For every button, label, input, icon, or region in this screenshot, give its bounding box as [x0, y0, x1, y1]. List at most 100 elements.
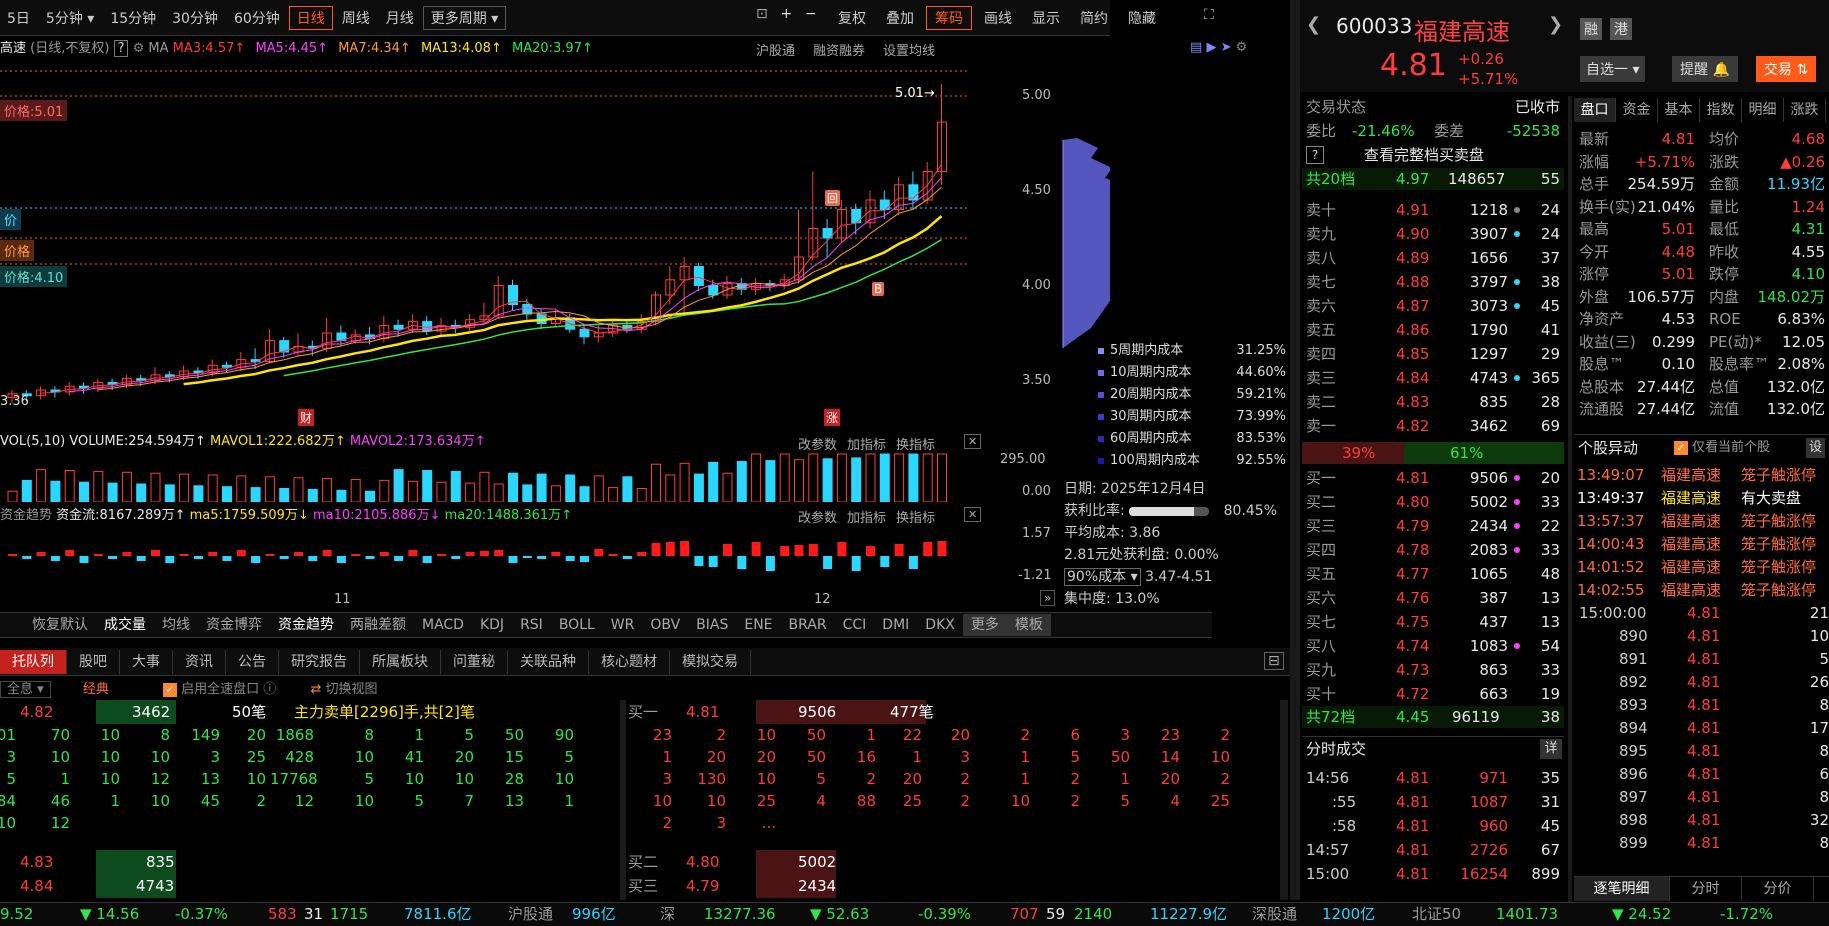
expand-icon[interactable]: » — [1040, 590, 1056, 606]
indicator-tab-0[interactable]: 恢复默认 — [24, 614, 96, 636]
alert-row[interactable]: 13:57:37 福建高速 笼子触涨停 — [1575, 510, 1829, 532]
indicator-tab-19[interactable]: 模板 — [1006, 614, 1051, 636]
buy-level-1[interactable]: 买一 4.81 9506 20 — [1302, 466, 1564, 490]
trade-button[interactable]: 交易 ⇅ — [1756, 56, 1817, 82]
indicator-tab-8[interactable]: RSI — [512, 614, 551, 636]
bottom-tab-1[interactable]: 股吧 — [67, 650, 120, 674]
tool-button-4[interactable]: 显示 — [1024, 7, 1068, 31]
tool-button-0[interactable]: 复权 — [830, 7, 874, 31]
alert-row[interactable]: 14:00:43 福建高速 笼子触涨停 — [1575, 533, 1829, 555]
period-tab-5[interactable]: 日线 — [288, 6, 333, 30]
buy-level-10[interactable]: 买十 4.72 663 19 — [1302, 682, 1564, 706]
alert-row[interactable]: 13:49:37 福建高速 有大卖盘 — [1575, 487, 1829, 509]
bottom-tab-3[interactable]: 资讯 — [173, 650, 226, 674]
indicator-tab-16[interactable]: DMI — [874, 614, 917, 636]
alert-only-checkbox[interactable]: ✓ — [1674, 441, 1688, 455]
indicator-tab-2[interactable]: 均线 — [154, 614, 198, 636]
indicator-tab-12[interactable]: BIAS — [688, 614, 736, 636]
bottom-tab-9[interactable]: 核心题材 — [589, 650, 670, 674]
sell-level-10[interactable]: 卖十 4.91 1218 24 — [1302, 198, 1564, 222]
period-tab-1[interactable]: 5分钟 ▾ — [39, 7, 101, 31]
bottom-tab-0[interactable]: 托队列 — [0, 650, 67, 674]
financial-marker[interactable]: 财 — [298, 409, 315, 426]
buy-level-3[interactable]: 买三 4.79 2434 22 — [1302, 514, 1564, 538]
alert-settings-button[interactable]: 设 — [1806, 438, 1826, 458]
close-volume-icon[interactable]: ✕ — [964, 434, 982, 449]
period-tab-0[interactable]: 5日 — [0, 7, 37, 31]
bottom-tab-2[interactable]: 大事 — [120, 650, 173, 674]
volLinks-1[interactable]: 加指标 — [847, 438, 886, 453]
zoom-out-icon[interactable]: − — [805, 6, 825, 22]
ticks-detail-button[interactable]: 详 — [1540, 739, 1562, 759]
indicator-tab-17[interactable]: DKX — [917, 614, 963, 636]
quote-tab-4[interactable]: 明细 — [1742, 98, 1784, 122]
indicator-tab-13[interactable]: ENE — [736, 614, 780, 636]
buy-level-6[interactable]: 买六 4.76 387 13 — [1302, 586, 1564, 610]
indicator-tab-11[interactable]: OBV — [642, 614, 688, 636]
trade-tab-1[interactable]: 分时 — [1670, 877, 1742, 901]
sell-level-7[interactable]: 卖七 4.88 3797 38 — [1302, 270, 1564, 294]
bottom-tab-7[interactable]: 问董秘 — [441, 650, 508, 674]
buy-level-8[interactable]: 买八 4.74 1083 54 — [1302, 634, 1564, 658]
fundLinks-1[interactable]: 加指标 — [847, 511, 886, 526]
margin-badge[interactable]: 融 — [1580, 18, 1602, 40]
full-book-link[interactable]: 查看完整档买卖盘 — [1364, 144, 1484, 166]
buy-signal-marker[interactable]: B — [872, 282, 885, 296]
arrow-mode-icon[interactable]: ▶ — [1206, 40, 1216, 55]
alert-row[interactable]: 14:02:55 福建高速 笼子触涨停 — [1575, 579, 1829, 601]
bottom-tab-8[interactable]: 关联品种 — [508, 650, 589, 674]
queue-scrollbar[interactable] — [1280, 700, 1288, 900]
quote-tab-0[interactable]: 盘口 — [1574, 98, 1616, 122]
indicator-tab-15[interactable]: CCI — [835, 614, 875, 636]
queue-classic-tab[interactable]: 经典 — [83, 682, 109, 697]
buy-level-5[interactable]: 买五 4.77 1065 48 — [1302, 562, 1564, 586]
indicator-tab-9[interactable]: BOLL — [551, 614, 603, 636]
tool-button-1[interactable]: 叠加 — [878, 7, 922, 31]
gear-icon[interactable]: ⚙ — [133, 41, 145, 56]
bottom-tab-6[interactable]: 所属板块 — [360, 650, 441, 674]
zoom-in-icon[interactable]: + — [780, 6, 800, 22]
alert-row[interactable]: 13:49:07 福建高速 笼子触涨停 — [1575, 464, 1829, 486]
candlestick-chart[interactable] — [0, 58, 1110, 418]
sell-level-3[interactable]: 卖三 4.84 4743 365 — [1302, 366, 1564, 390]
trade-tab-0[interactable]: 逐笔明细 — [1574, 877, 1670, 901]
right-splitter[interactable] — [1568, 96, 1572, 902]
minimize-panel-icon[interactable]: ⊟ — [1264, 652, 1284, 670]
switch-view-button[interactable]: 切换视图 — [325, 682, 377, 697]
next-stock-icon[interactable]: ❯ — [1548, 14, 1563, 35]
quote-tab-5[interactable]: 涨跌 — [1784, 98, 1826, 122]
volLinks-2[interactable]: 换指标 — [896, 438, 935, 453]
fundLinks-0[interactable]: 改参数 — [798, 511, 837, 526]
quick-help-icon[interactable]: ⓘ — [263, 682, 276, 697]
period-tab-8[interactable]: 更多周期 ▾ — [422, 6, 507, 30]
close-fund-icon[interactable]: ✕ — [964, 507, 982, 522]
indicator-tab-10[interactable]: WR — [603, 614, 643, 636]
bottom-tab-5[interactable]: 研究报告 — [279, 650, 360, 674]
indicator-tab-18[interactable]: 更多 — [962, 614, 1007, 636]
buy-level-4[interactable]: 买四 4.78 2083 33 — [1302, 538, 1564, 562]
bottom-tab-4[interactable]: 公告 — [226, 650, 279, 674]
book-help-icon[interactable]: ? — [1306, 146, 1324, 164]
volLinks-0[interactable]: 改参数 — [798, 438, 837, 453]
fullscreen-icon[interactable]: ⛶ — [1204, 7, 1214, 23]
alert-row[interactable]: 14:01:52 福建高速 笼子触涨停 — [1575, 556, 1829, 578]
tool-button-2[interactable]: 筹码 — [926, 6, 972, 30]
indicator-tab-5[interactable]: 两融差额 — [342, 614, 414, 636]
trade-tab-2[interactable]: 分价 — [1742, 877, 1814, 901]
prev-stock-icon[interactable]: ❮ — [1306, 14, 1321, 35]
sell-signal-marker[interactable]: 回 — [825, 190, 840, 206]
bar-mode-icon[interactable]: ▤ — [1190, 40, 1202, 55]
fund-chart[interactable] — [0, 526, 970, 586]
cost-select[interactable]: 90%成本 ▾ — [1064, 568, 1141, 586]
quote-tab-2[interactable]: 基本 — [1658, 98, 1700, 122]
chart-link-2[interactable]: 设置均线 — [883, 44, 935, 59]
chart-link-0[interactable]: 沪股通 — [756, 44, 795, 59]
sell-level-8[interactable]: 卖八 4.89 1656 37 — [1302, 246, 1564, 270]
indicator-tab-14[interactable]: BRAR — [781, 614, 835, 636]
quick-checkbox[interactable]: ✓ — [162, 683, 177, 697]
settings-icon[interactable]: ⚙ — [1236, 40, 1248, 55]
sell-level-9[interactable]: 卖九 4.90 3907 24 — [1302, 222, 1564, 246]
buy-level-2[interactable]: 买二 4.80 5002 33 — [1302, 490, 1564, 514]
period-tab-4[interactable]: 60分钟 — [227, 7, 287, 31]
tool-button-5[interactable]: 简约 — [1072, 7, 1116, 31]
